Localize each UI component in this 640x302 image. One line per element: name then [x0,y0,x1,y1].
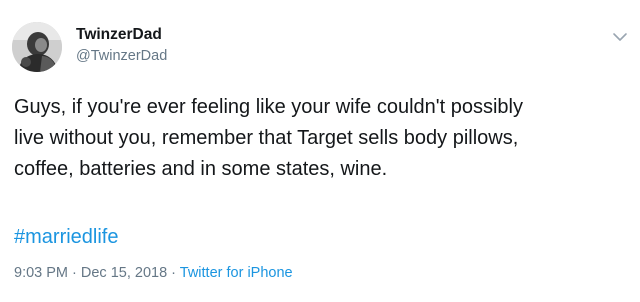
display-name[interactable]: TwinzerDad [76,26,162,44]
tweet-time[interactable]: 9:03 PM [14,265,68,281]
tweet-text-line: coffee, batteries and in some states, wi… [14,158,388,180]
meta-separator: · [167,265,180,281]
tweet-text-line: Guys, if you're ever feeling like your w… [14,96,523,118]
chevron-down-icon[interactable] [611,30,629,42]
tweet-text: Guys, if you're ever feeling like your w… [14,92,632,185]
tweet-card: TwinzerDad @TwinzerDad Guys, if you're e… [0,0,640,302]
tweet-date[interactable]: Dec 15, 2018 [81,265,167,281]
avatar[interactable] [12,22,62,72]
tweet-meta: 9:03 PM · Dec 15, 2018 · Twitter for iPh… [14,265,293,281]
tweet-source-link[interactable]: Twitter for iPhone [180,265,293,281]
meta-separator: · [68,265,81,281]
avatar-photo [12,22,62,72]
user-handle[interactable]: @TwinzerDad [76,48,167,64]
tweet-text-line: live without you, remember that Target s… [14,127,519,149]
hashtag-link[interactable]: #marriedlife [14,224,118,250]
